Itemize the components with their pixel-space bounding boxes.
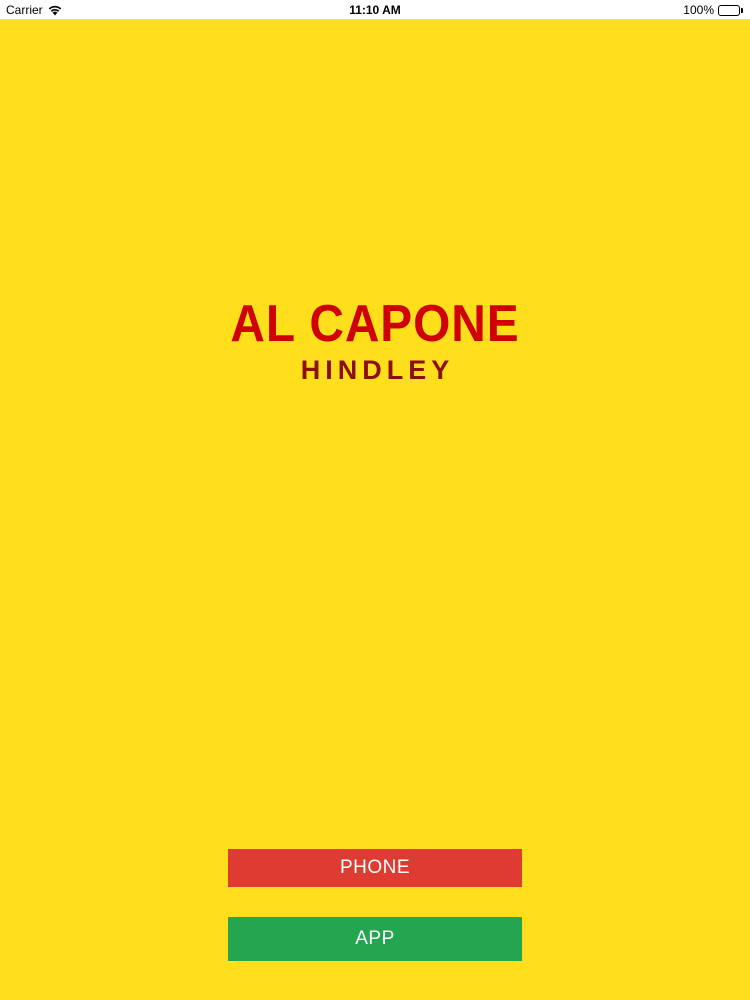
status-time: 11:10 AM <box>349 3 401 17</box>
logo-subtitle: HINDLEY <box>300 355 455 385</box>
battery-percentage: 100% <box>683 3 714 17</box>
app-screen: Carrier 11:10 AM 100% AL CAPONE HINDLEY … <box>0 0 750 1000</box>
phone-button[interactable]: PHONE <box>228 849 522 887</box>
app-button[interactable]: APP <box>228 917 522 961</box>
battery-icon <box>718 4 744 16</box>
logo-title: AL CAPONE <box>230 295 520 353</box>
status-bar: Carrier 11:10 AM 100% <box>0 0 750 20</box>
status-right: 100% <box>683 3 744 17</box>
brand-logo: AL CAPONE HINDLEY <box>0 298 750 384</box>
